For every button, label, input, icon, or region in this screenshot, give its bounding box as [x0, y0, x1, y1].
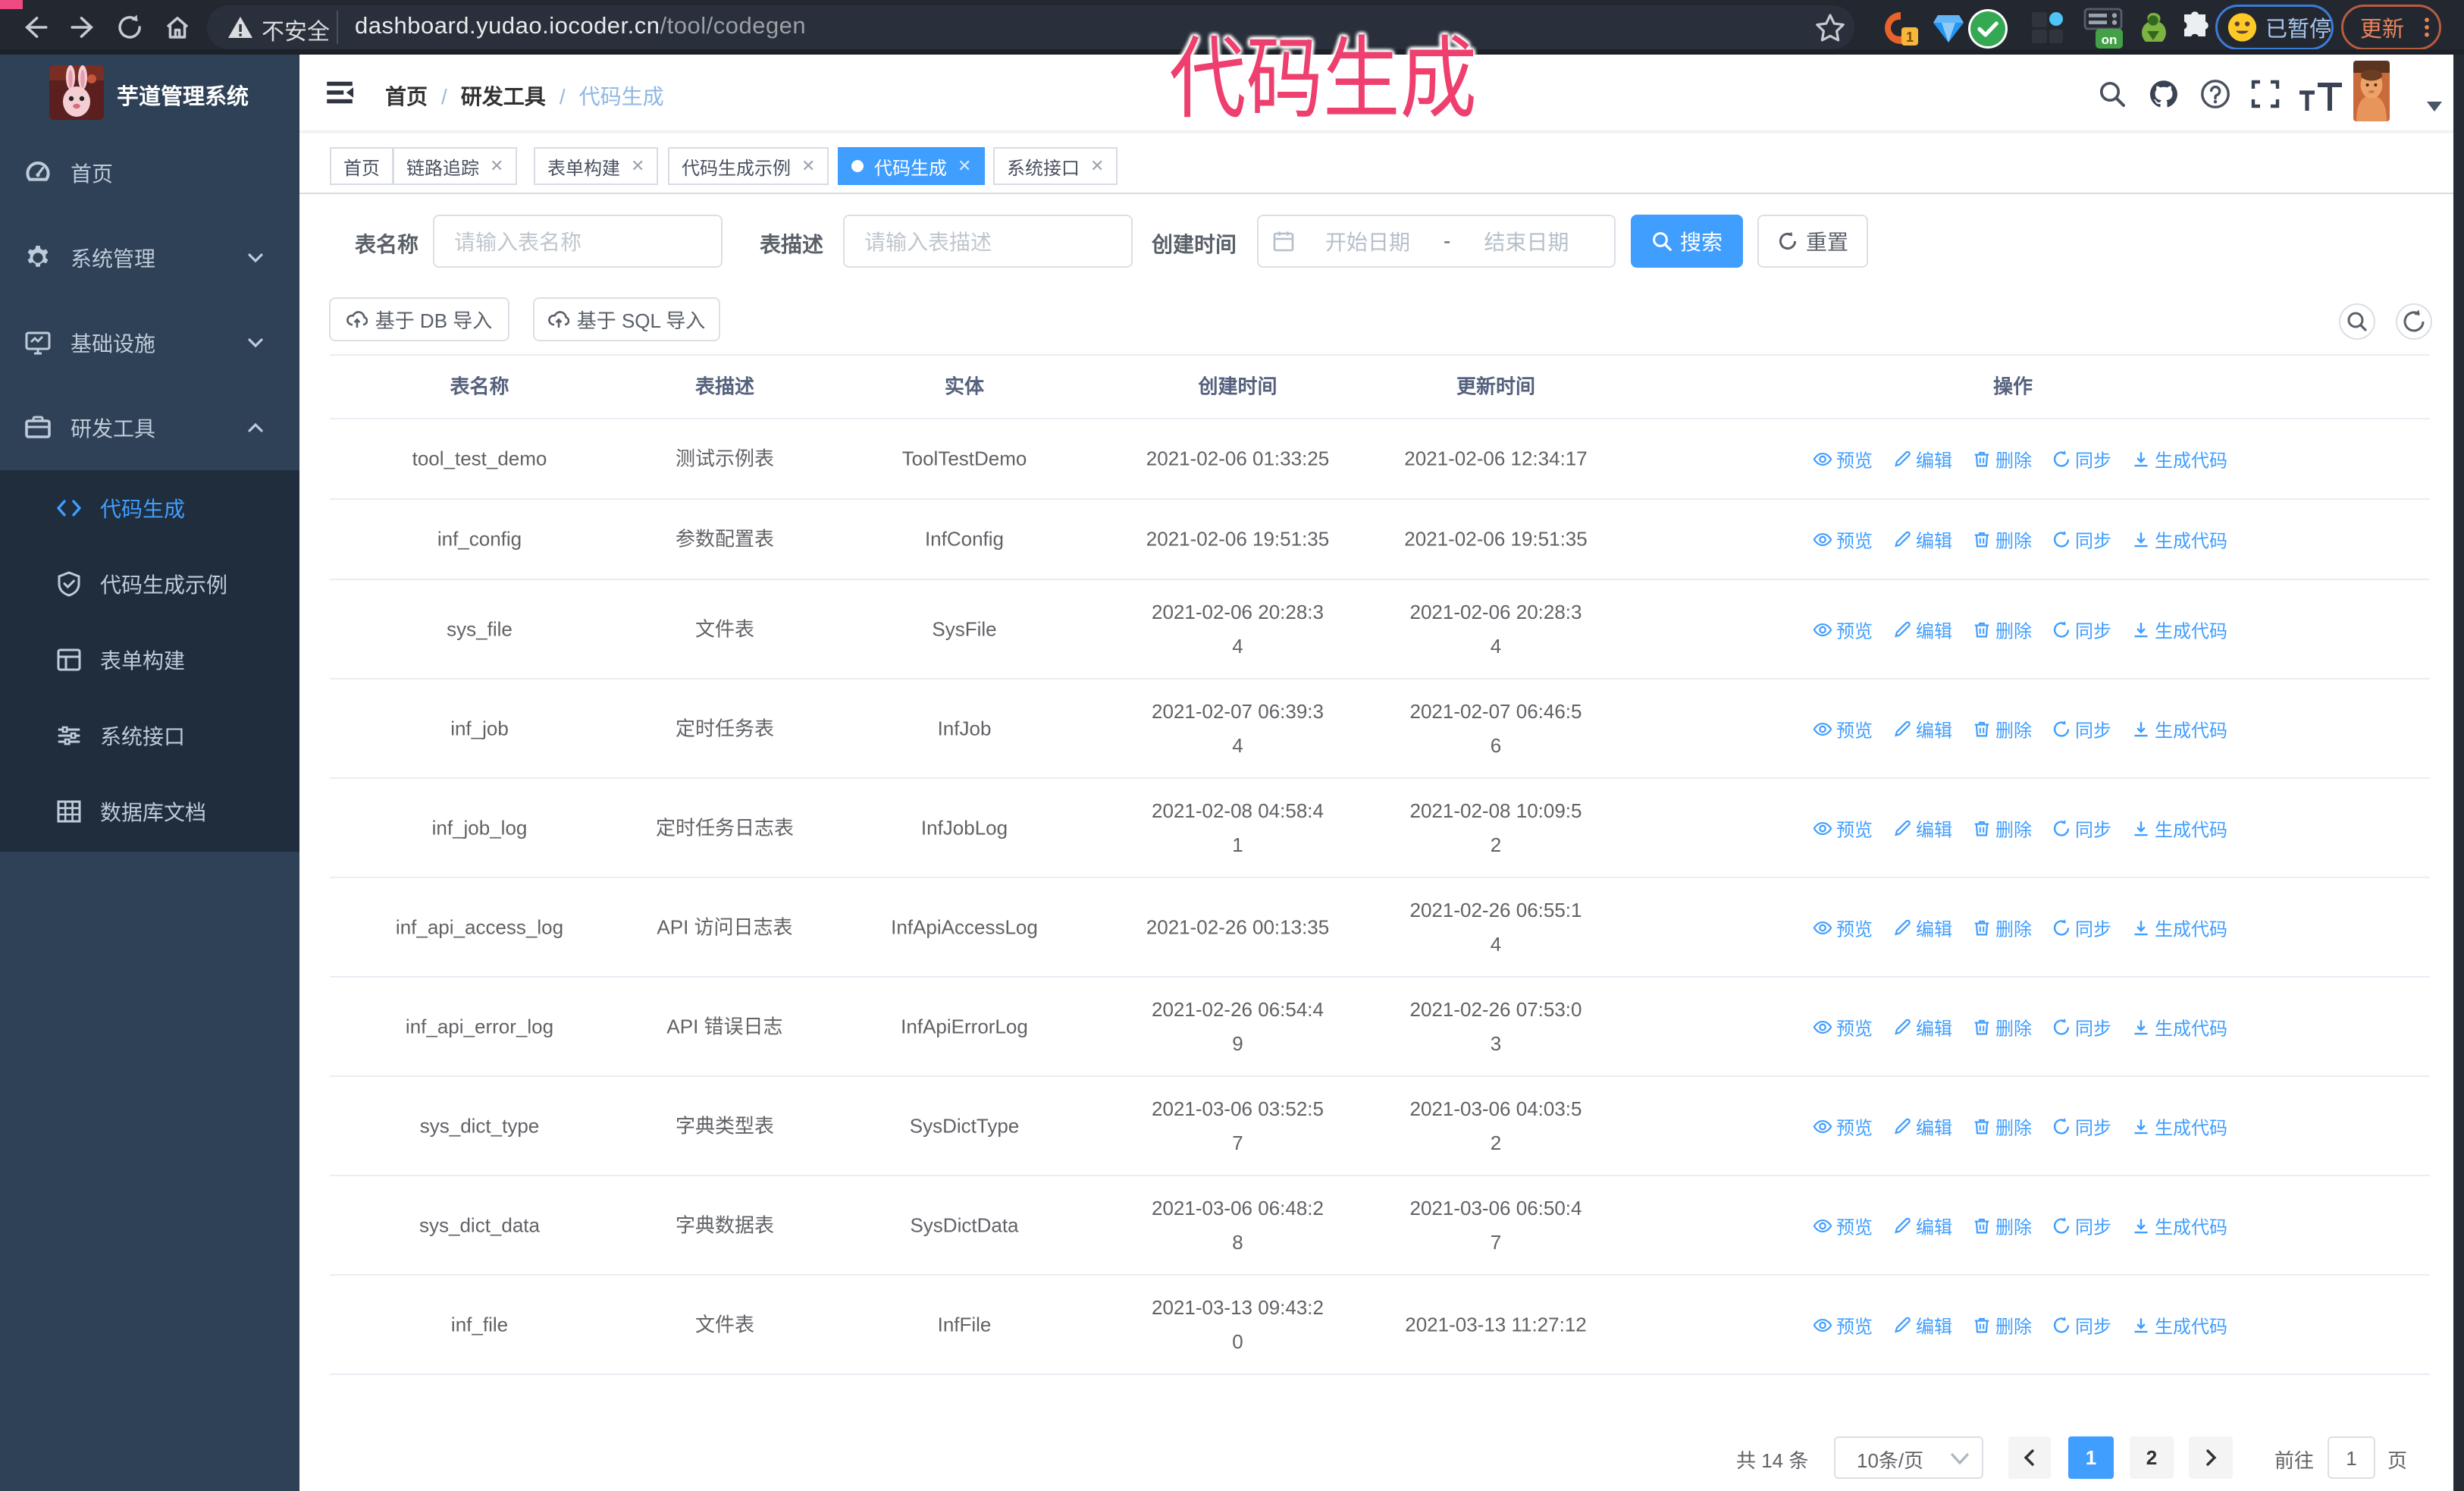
svg-text:on: on: [2102, 33, 2118, 47]
svg-text:1: 1: [1906, 30, 1914, 45]
